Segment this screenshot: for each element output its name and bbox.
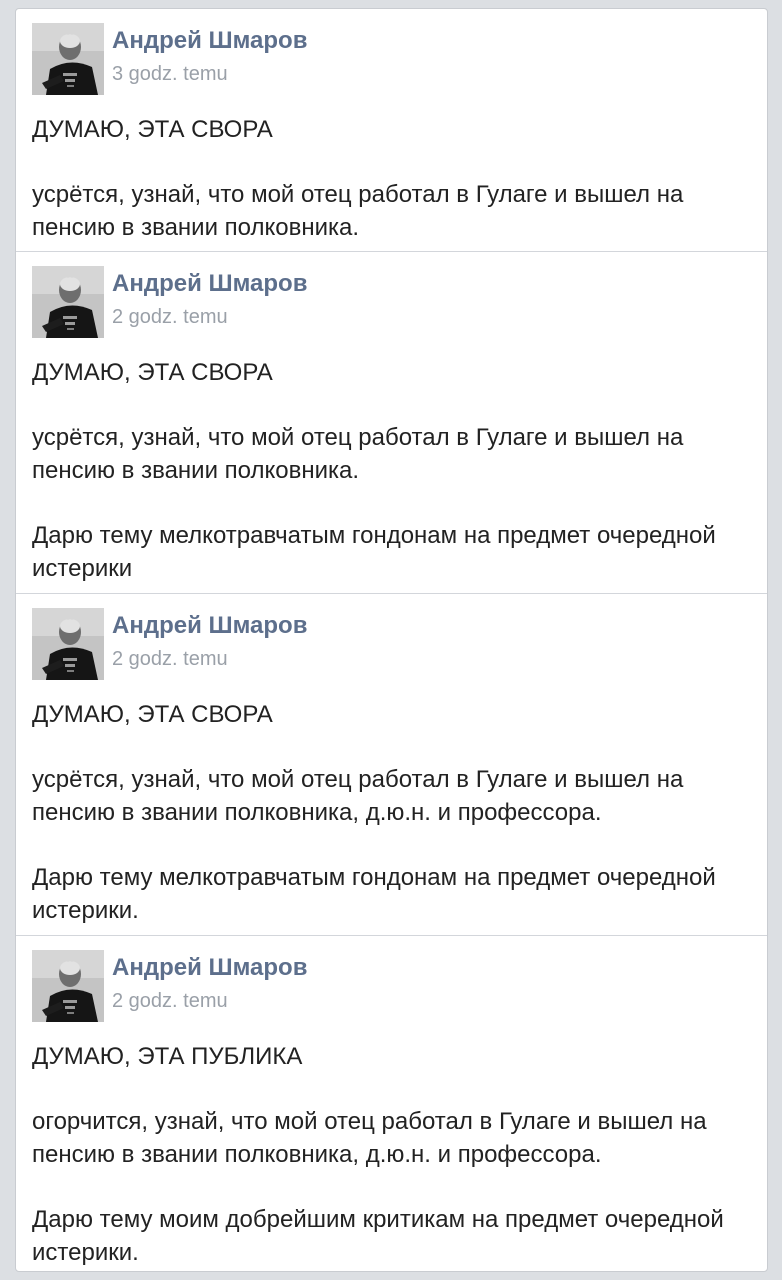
avatar[interactable] [32,608,104,680]
post-paragraph: Дарю тему моим добрейшим критикам на пре… [32,1206,724,1266]
post: Андрей Шмаров 2 godz. temu ДУМАЮ, ЭТА СВ… [16,594,767,935]
author-name[interactable]: Андрей Шмаров [112,612,307,640]
post-paragraph: усрётся, узнай, что мой отец работал в Г… [32,766,684,826]
avatar[interactable] [32,23,104,95]
post-paragraph: огорчится, узнай, что мой отец работал в… [32,1108,707,1168]
avatar-photo-icon [32,266,104,338]
post: Андрей Шмаров 2 godz. temu ДУМАЮ, ЭТА ПУ… [16,936,767,1271]
post: Андрей Шмаров 3 godz. temu ДУМАЮ, ЭТА СВ… [16,9,767,251]
post-time[interactable]: 2 godz. temu [112,306,228,329]
post-time[interactable]: 2 godz. temu [112,648,228,671]
post: Андрей Шмаров 2 godz. temu ДУМАЮ, ЭТА СВ… [16,252,767,593]
post-body: ДУМАЮ, ЭТА СВОРА усрётся, узнай, что мой… [32,356,753,585]
author-name[interactable]: Андрей Шмаров [112,27,307,55]
post-time[interactable]: 3 godz. temu [112,63,228,86]
post-paragraph: Дарю тему мелкотравчатым гондонам на пре… [32,522,716,582]
avatar[interactable] [32,950,104,1022]
post-paragraph: ДУМАЮ, ЭТА СВОРА [32,116,273,143]
post-body: ДУМАЮ, ЭТА СВОРА усрётся, узнай, что мой… [32,698,753,927]
post-paragraph: ДУМАЮ, ЭТА СВОРА [32,359,273,386]
post-time[interactable]: 2 godz. temu [112,990,228,1013]
author-name[interactable]: Андрей Шмаров [112,954,307,982]
post-paragraph: Дарю тему мелкотравчатым гондонам на пре… [32,864,716,924]
post-paragraph: усрётся, узнай, что мой отец работал в Г… [32,181,684,241]
post-paragraph: ДУМАЮ, ЭТА СВОРА [32,701,273,728]
avatar-photo-icon [32,23,104,95]
avatar-photo-icon [32,950,104,1022]
feed: Андрей Шмаров 3 godz. temu ДУМАЮ, ЭТА СВ… [15,8,768,1272]
post-paragraph: усрётся, узнай, что мой отец работал в Г… [32,424,684,484]
author-name[interactable]: Андрей Шмаров [112,270,307,298]
post-body: ДУМАЮ, ЭТА СВОРА усрётся, узнай, что мой… [32,113,753,244]
post-body: ДУМАЮ, ЭТА ПУБЛИКА огорчится, узнай, что… [32,1040,753,1269]
avatar[interactable] [32,266,104,338]
avatar-photo-icon [32,608,104,680]
post-paragraph: ДУМАЮ, ЭТА ПУБЛИКА [32,1043,303,1070]
